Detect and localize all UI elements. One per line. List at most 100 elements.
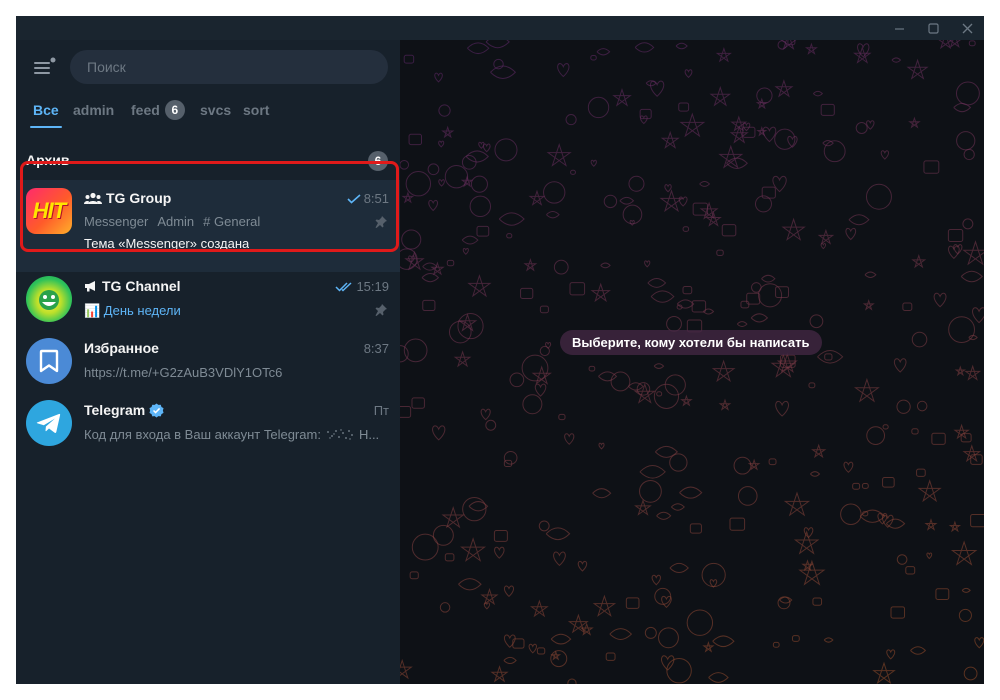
pattern-doodle [972,307,984,324]
pattern-doodle [721,224,737,237]
pattern-doodle [736,321,748,327]
maximize-icon[interactable] [916,16,950,40]
tab-sort[interactable]: sort [243,102,269,128]
pattern-doodle [592,488,612,499]
pattern-doodle [963,666,978,681]
pattern-doodle [840,503,862,525]
pattern-doodle [403,54,415,64]
pattern-doodle [432,425,446,441]
pattern-doodle [536,647,546,655]
pattern-doodle [453,350,472,368]
pattern-doodle [482,143,491,153]
pattern-doodle [546,211,560,219]
pattern-doodle [430,261,445,276]
pattern-doodle [964,364,982,381]
pattern-doodle [577,560,588,572]
pattern-doodle [968,40,976,47]
pattern-doodle [569,282,586,296]
minimize-icon[interactable] [882,16,916,40]
pattern-doodle [462,247,469,255]
pattern-doodle [438,179,445,187]
avatar-face-graphic [39,290,59,310]
pattern-doodle [712,635,735,648]
pattern-doodle [762,126,777,143]
pattern-doodle [480,587,499,606]
pattern-doodle [772,641,780,648]
pattern-doodle [885,518,906,529]
pattern-doodle [812,597,823,606]
pattern-doodle [651,574,661,586]
background-pattern [400,40,984,684]
pattern-doodle [467,42,490,55]
chat-name: TG Channel [102,278,181,294]
pattern-doodle [465,150,489,163]
pattern-doodle [935,588,950,600]
pattern-doodle [664,374,686,396]
pattern-doodle [490,665,509,683]
pattern-doodle [653,363,665,369]
chat-item-telegram[interactable]: Telegram Пт Код для входа в Ваш аккаунт … [16,392,400,454]
pattern-doodle [679,112,706,138]
pattern-doodle [905,566,916,575]
message-text: Код для входа в Ваш аккаунт Telegram: [84,427,321,442]
pattern-doodle [817,350,844,364]
close-icon[interactable] [950,16,984,40]
tab-feed[interactable]: feed 6 [131,100,185,126]
pattern-doodle [864,271,877,279]
pattern-doodle [590,54,597,61]
pattern-doodle [923,160,940,174]
chat-item-saved-messages[interactable]: Избранное 8:37 https://t.me/+G2zAuB3VDlY… [16,330,400,392]
search-field[interactable]: Поиск [70,50,388,84]
pattern-doodle [689,523,702,534]
pattern-doodle [718,144,744,169]
pattern-doodle [893,358,907,373]
pattern-doodle [509,372,525,388]
pattern-doodle [656,391,663,397]
chat-title: TG Channel [84,278,181,294]
pattern-doodle [774,79,794,98]
pattern-doodle [528,643,538,654]
chat-time-text: Пт [373,403,389,418]
pattern-doodle [882,424,889,430]
tab-all[interactable]: Все [30,102,62,128]
title-bar [16,16,984,40]
pattern-doodle [553,551,566,567]
pattern-doodle [619,196,635,205]
chat-area: Выберите, кому хотели бы написать [400,40,984,684]
pattern-doodle [729,517,746,531]
pattern-doodle [962,240,984,266]
pattern-doodle [587,96,610,119]
pattern-doodle [958,608,972,622]
pattern-doodle [534,383,547,397]
pattern-doodle [661,655,675,671]
pattern-doodle [684,69,693,79]
pattern-doodle [896,399,911,414]
select-chat-hint: Выберите, кому хотели бы написать [560,330,822,355]
pattern-doodle [801,559,814,572]
pattern-doodle [650,80,665,97]
pattern-doodle [843,461,854,473]
pattern-doodle [962,444,982,463]
chat-item-tg-channel[interactable]: TG Channel 15:19 📊 День недели [16,268,400,330]
main-menu-button[interactable] [32,56,58,78]
pattern-doodle [948,245,960,260]
pattern-doodle [855,122,868,134]
pattern-doodle [462,496,487,522]
pattern-doodle [862,298,875,311]
pattern-doodle [592,594,617,617]
pattern-doodle [886,649,896,660]
pattern-doodle [598,371,618,382]
pattern-doodle [880,150,890,160]
tab-admin[interactable]: admin [73,102,114,128]
pattern-doodle [733,456,752,475]
pattern-doodle [629,219,635,226]
tab-svcs[interactable]: svcs [200,102,231,128]
pattern-doodle [824,353,833,361]
pattern-doodle [553,259,569,275]
pattern-doodle [644,626,657,639]
pattern-doodle [444,553,455,562]
pattern-doodle [408,133,423,146]
pattern-doodle [506,233,513,239]
pattern-doodle [660,130,680,149]
bookmark-icon [39,349,59,373]
